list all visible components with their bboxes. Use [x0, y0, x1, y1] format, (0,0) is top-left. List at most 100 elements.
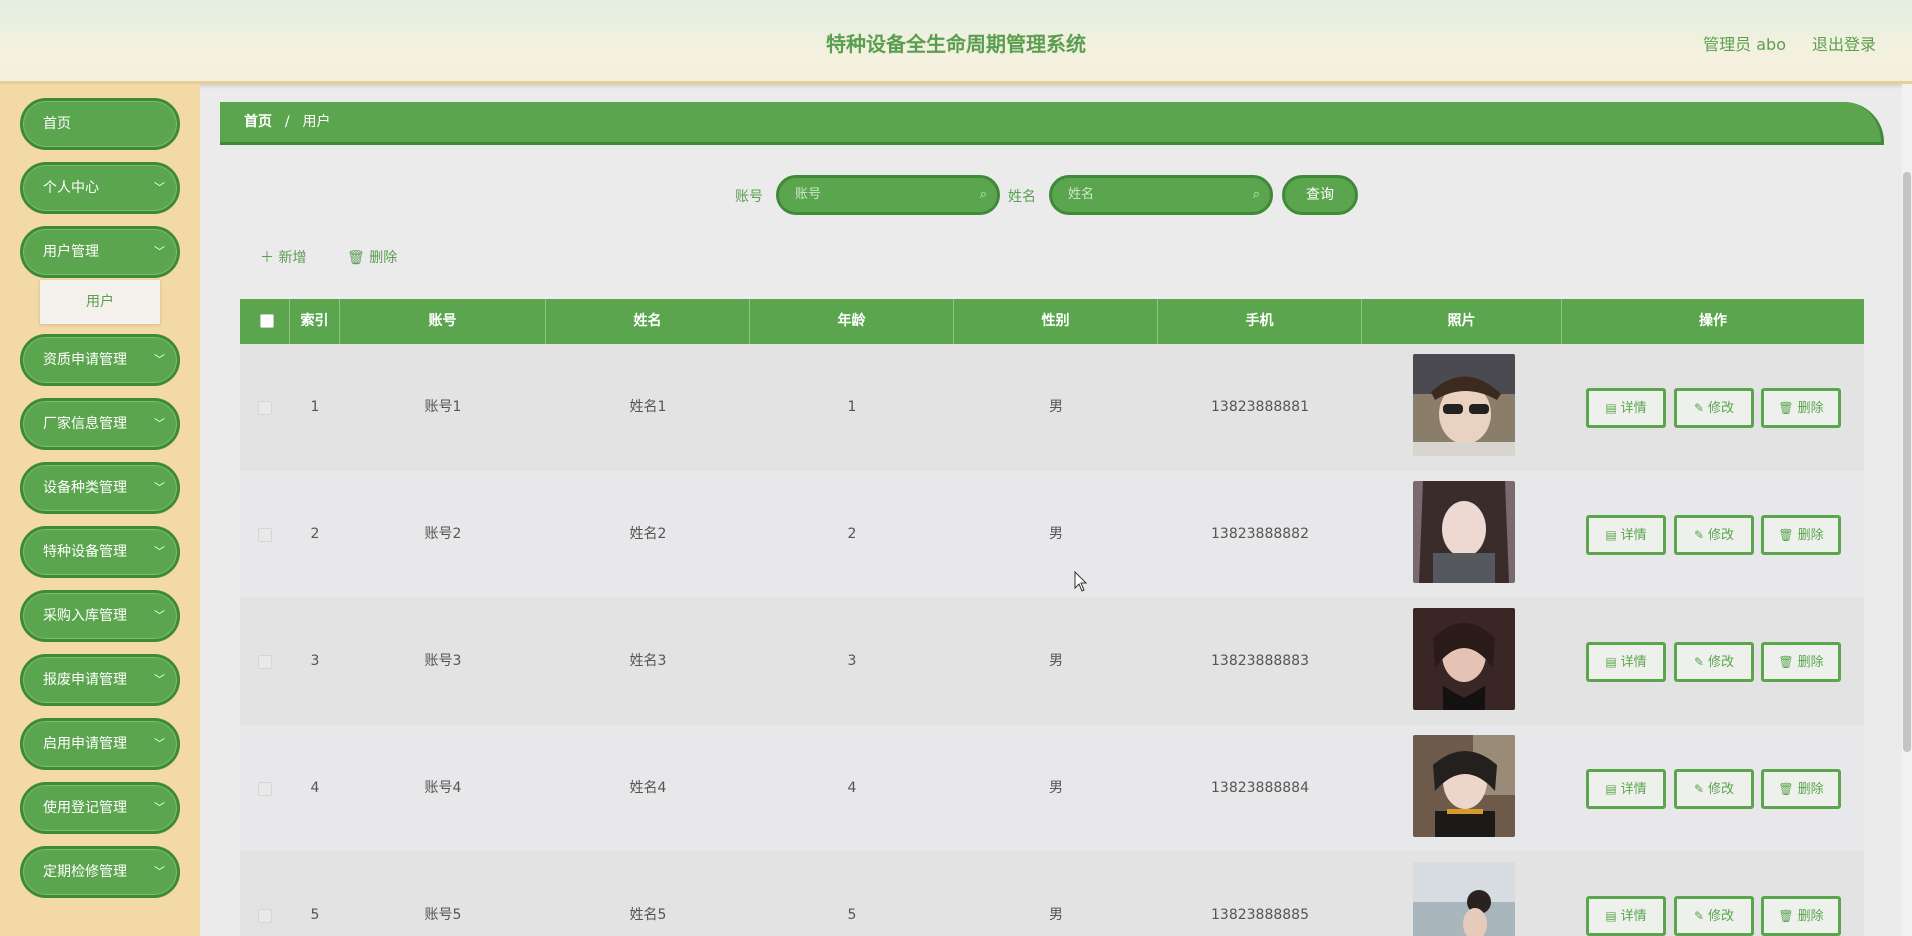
detail-button[interactable]: ▤ 详情	[1586, 388, 1666, 428]
scrollbar-thumb[interactable]	[1903, 172, 1911, 752]
header-index: 索引	[290, 299, 340, 344]
header-account: 账号	[340, 299, 546, 344]
cell-phone: 13823888885	[1211, 907, 1309, 923]
detail-label: 详情	[1620, 655, 1647, 670]
add-button-label: 新增	[278, 250, 307, 266]
name-search-placeholder: 姓名	[1068, 187, 1095, 202]
breadcrumb: 首页 / 用户	[220, 102, 1884, 145]
edit-button[interactable]: ✎ 修改	[1674, 769, 1754, 809]
cell-name: 姓名5	[629, 907, 667, 923]
chevron-down-icon: ﹀	[154, 481, 165, 494]
breadcrumb-home[interactable]: 首页	[244, 114, 272, 130]
search-icon: ⌕	[979, 187, 987, 202]
delete-label: 删除	[1797, 909, 1824, 924]
name-search-input[interactable]: 姓名 ⌕	[1049, 175, 1273, 215]
cell-phone: 13823888882	[1211, 526, 1309, 542]
edit-label: 修改	[1708, 528, 1735, 543]
add-button[interactable]: ＋ 新增	[260, 247, 306, 267]
sidebar-item-special-equipment[interactable]: 特种设备管理 ﹀	[20, 526, 180, 578]
header-age: 年龄	[750, 299, 954, 344]
sidebar-item-label: 特种设备管理	[43, 544, 127, 560]
cell-account: 账号1	[424, 399, 462, 415]
sidebar-item-home[interactable]: 首页	[20, 98, 180, 150]
cell-index: 4	[310, 780, 320, 796]
account-search-label: 账号	[735, 189, 763, 205]
sidebar-item-manufacturer[interactable]: 厂家信息管理 ﹀	[20, 398, 180, 450]
header-gender: 性别	[954, 299, 1158, 344]
logout-button[interactable]: 退出登录	[1812, 31, 1876, 55]
table-row: 4 账号4 姓名4 4 男 13823888884 ▤ 详情 ✎ 修改 🗑 删除	[240, 725, 1864, 852]
select-all-checkbox[interactable]	[260, 314, 274, 328]
row-checkbox[interactable]	[258, 655, 272, 669]
delete-button-label: 删除	[369, 250, 398, 266]
sidebar-item-usage-registration[interactable]: 使用登记管理 ﹀	[20, 782, 180, 834]
delete-label: 删除	[1797, 782, 1824, 797]
table-header: 索引 账号 姓名 年龄 性别 手机 照片 操作	[240, 299, 1864, 344]
cell-age: 1	[847, 399, 857, 415]
sidebar-item-activation[interactable]: 启用申请管理 ﹀	[20, 718, 180, 770]
select-all-cell	[240, 299, 290, 344]
sidebar-item-label: 报废申请管理	[43, 672, 127, 688]
breadcrumb-current: 用户	[302, 114, 331, 130]
delete-button[interactable]: 🗑 删除	[1761, 388, 1841, 428]
row-checkbox[interactable]	[258, 782, 272, 796]
sidebar-item-purchase[interactable]: 采购入库管理 ﹀	[20, 590, 180, 642]
page-scrollbar[interactable]	[1902, 84, 1912, 936]
trash-icon: 🗑	[347, 250, 365, 266]
current-user: 管理员 abo	[1703, 35, 1786, 54]
chevron-down-icon: ﹀	[154, 673, 165, 686]
detail-button[interactable]: ▤ 详情	[1586, 642, 1666, 682]
delete-button[interactable]: 🗑 删除	[1761, 642, 1841, 682]
row-checkbox[interactable]	[258, 528, 272, 542]
chevron-down-icon: ﹀	[154, 545, 165, 558]
header-name: 姓名	[546, 299, 750, 344]
row-checkbox[interactable]	[258, 401, 272, 415]
sidebar-item-qualification[interactable]: 资质申请管理 ﹀	[20, 334, 180, 386]
detail-button[interactable]: ▤ 详情	[1586, 769, 1666, 809]
sidebar-item-label: 设备种类管理	[43, 480, 127, 496]
cell-age: 3	[847, 653, 857, 669]
cell-name: 姓名1	[629, 399, 667, 415]
edit-button[interactable]: ✎ 修改	[1674, 515, 1754, 555]
sidebar-item-label: 启用申请管理	[43, 736, 127, 752]
cell-gender: 男	[1049, 399, 1063, 415]
sidebar-item-label: 资质申请管理	[43, 352, 127, 368]
account-search-placeholder: 账号	[795, 187, 822, 202]
account-search-input[interactable]: 账号 ⌕	[776, 175, 1000, 215]
sidebar-subitem-user[interactable]: 用户	[40, 280, 160, 324]
edit-button[interactable]: ✎ 修改	[1674, 642, 1754, 682]
sidebar-item-personal-center[interactable]: 个人中心 ﹀	[20, 162, 180, 214]
pencil-icon: ✎	[1693, 782, 1705, 796]
sidebar-item-scrap[interactable]: 报废申请管理 ﹀	[20, 654, 180, 706]
document-icon: ▤	[1605, 528, 1617, 542]
sidebar-item-maintenance[interactable]: 定期检修管理 ﹀	[20, 846, 180, 898]
search-icon: ⌕	[1252, 187, 1260, 202]
delete-button[interactable]: 🗑 删除	[1761, 515, 1841, 555]
delete-button[interactable]: 🗑 删除	[1761, 769, 1841, 809]
batch-delete-button[interactable]: 🗑 删除	[347, 247, 397, 267]
sidebar-item-equipment-type[interactable]: 设备种类管理 ﹀	[20, 462, 180, 514]
detail-button[interactable]: ▤ 详情	[1586, 515, 1666, 555]
edit-button[interactable]: ✎ 修改	[1674, 896, 1754, 936]
row-checkbox[interactable]	[258, 909, 272, 923]
edit-label: 修改	[1708, 782, 1735, 797]
chevron-down-icon: ﹀	[154, 737, 165, 750]
edit-button[interactable]: ✎ 修改	[1674, 388, 1754, 428]
chevron-down-icon: ﹀	[154, 417, 165, 430]
breadcrumb-separator: /	[284, 114, 290, 130]
cell-name: 姓名4	[629, 780, 667, 796]
query-button[interactable]: 查询	[1282, 175, 1358, 215]
header-phone: 手机	[1158, 299, 1362, 344]
cell-index: 5	[310, 907, 320, 923]
app-title: 特种设备全生命周期管理系统	[826, 32, 1086, 56]
table-row: 5 账号5 姓名5 5 男 13823888885 ▤ 详情 ✎ 修改 🗑 删除	[240, 852, 1864, 936]
delete-label: 删除	[1797, 401, 1824, 416]
delete-button[interactable]: 🗑 删除	[1761, 896, 1841, 936]
trash-icon: 🗑	[1778, 909, 1794, 923]
sidebar-item-user-management[interactable]: 用户管理 ﹀	[20, 226, 180, 278]
chevron-down-icon: ﹀	[154, 245, 165, 258]
trash-icon: 🗑	[1778, 401, 1794, 415]
cell-gender: 男	[1049, 780, 1063, 796]
cell-age: 4	[847, 780, 857, 796]
detail-button[interactable]: ▤ 详情	[1586, 896, 1666, 936]
